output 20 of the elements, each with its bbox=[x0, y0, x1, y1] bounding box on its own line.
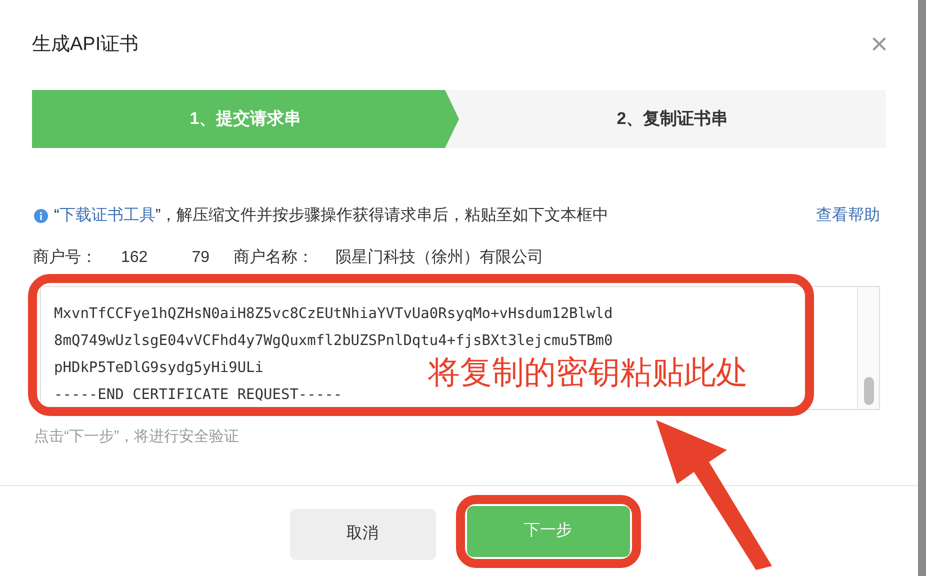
close-button[interactable]: × bbox=[870, 30, 888, 60]
instruction-text: “下载证书工具”，解压缩文件并按步骤操作获得请求串后，粘贴至如下文本框中 bbox=[54, 206, 609, 226]
merchant-name-label: 商户名称： bbox=[234, 248, 314, 268]
merchant-name: 陨星门科技（徐州）有限公司 bbox=[336, 248, 544, 268]
annotation-text: 将复制的密钥粘贴此处 bbox=[428, 356, 748, 388]
scrollbar-thumb[interactable] bbox=[864, 377, 874, 405]
request-line: -----END CERTIFICATE REQUEST----- bbox=[54, 386, 342, 405]
dialog-title: 生成API证书 bbox=[32, 32, 139, 57]
request-line: MxvnTfCCFye1hQZHsN0aiH8Z5vc8CzEUtNhiaYVTvUa0RsyqMo+vHsdum12Blwld bbox=[54, 305, 613, 324]
hint-text: 点击“下一步”，将进行安全验证 bbox=[33, 427, 240, 447]
cancel-button[interactable]: 取消 bbox=[290, 508, 436, 560]
merchant-id: 79 bbox=[192, 248, 210, 268]
merchant-id-label: 商户号： bbox=[33, 248, 97, 268]
help-link[interactable]: 查看帮助 bbox=[816, 204, 880, 228]
info-icon bbox=[34, 209, 48, 223]
scrollbar[interactable] bbox=[857, 287, 879, 409]
request-line: pHDkP5TeDlG9sydg5yHi9ULi bbox=[54, 359, 264, 378]
download-tool-link[interactable]: 下载证书工具 bbox=[59, 207, 156, 224]
request-line: 8mQ749wUzlsgE04vVCFhd4y7WgQuxmfl2bUZSPnlDqtu4+fjsBXt3lejcmu5TBm0 bbox=[54, 332, 613, 351]
merchant-id: 162 bbox=[121, 248, 148, 268]
